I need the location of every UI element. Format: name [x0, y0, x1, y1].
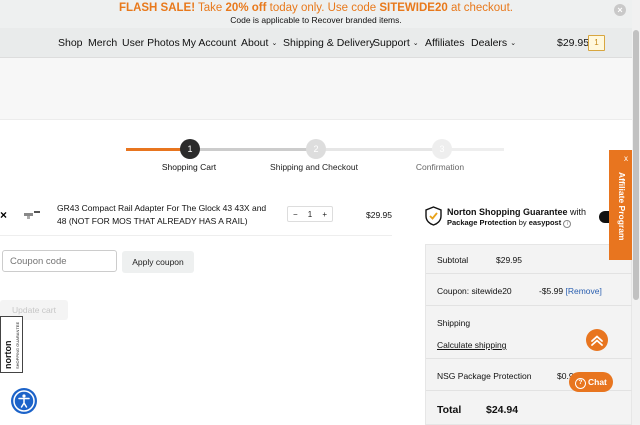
close-icon[interactable]: x [624, 154, 628, 163]
nsg-title: Norton Shopping Guarantee [447, 207, 568, 217]
affiliate-label: Affiliate Program [617, 172, 627, 241]
norton-logo: norton [3, 340, 13, 370]
step-2-circle: 2 [306, 139, 326, 159]
chevron-down-icon: ⌄ [412, 40, 419, 47]
sale-subline: Code is applicable to Recover branded it… [230, 15, 402, 25]
cart-total[interactable]: $29.95 [557, 37, 589, 49]
sale-text: Take [195, 2, 226, 14]
nav-user-photos[interactable]: User Photos [122, 37, 180, 49]
nav-shipping[interactable]: Shipping & Delivery [283, 37, 375, 49]
scrollbar[interactable] [632, 0, 640, 425]
sale-text-3: at checkout. [447, 2, 513, 14]
nsg-subline: Package Protection by easypost i [447, 218, 572, 228]
info-icon[interactable]: i [563, 220, 572, 228]
nav-my-account[interactable]: My Account [182, 37, 236, 49]
norton-shopping-guarantee: Norton Shopping Guarantee with Package P… [425, 204, 625, 232]
help-icon: ? [575, 378, 586, 389]
step-3-circle: 3 [432, 139, 452, 159]
step-3-label: Confirmation [415, 162, 465, 172]
divider [426, 273, 633, 274]
qty-minus-button[interactable]: − [293, 210, 298, 219]
nav-dealers[interactable]: Dealers ⌄ [471, 37, 516, 49]
divider [0, 235, 392, 236]
sale-code: SITEWIDE20 [379, 2, 448, 14]
product-name[interactable]: GR43 Compact Rail Adapter For The Glock … [57, 202, 267, 227]
remove-item-button[interactable]: × [0, 208, 7, 222]
coupon-value: -$5.99 [Remove] [539, 286, 602, 296]
step-1-label: Shopping Cart [161, 162, 217, 172]
chat-button[interactable]: ? Chat [569, 372, 613, 392]
sale-text-2: today only. Use code [266, 2, 380, 14]
chat-label: Chat [588, 377, 607, 387]
remove-coupon-link[interactable]: [Remove] [565, 286, 601, 296]
coupon-input[interactable] [2, 250, 117, 272]
nsg-fee-label: NSG Package Protection [437, 371, 532, 381]
divider [426, 358, 633, 359]
nav-about-label: About [241, 37, 269, 49]
chevron-down-icon: ⌄ [510, 40, 517, 47]
checkout-progress: 1 2 3 Shopping Cart Shipping and Checkou… [0, 138, 632, 178]
nsg-by: by [516, 218, 529, 227]
cart-count: 1 [594, 38, 599, 47]
qty-value[interactable]: 1 [308, 210, 312, 219]
progress-line [190, 148, 316, 151]
nav-shop[interactable]: Shop [58, 37, 83, 49]
apply-coupon-button[interactable]: Apply coupon [122, 251, 194, 273]
progress-line [316, 148, 442, 151]
norton-badge[interactable]: norton SHOPPING GUARANTEE [0, 316, 23, 373]
chevron-up-icon [591, 335, 603, 346]
step-2-label: Shipping and Checkout [270, 162, 358, 172]
calculate-shipping-link[interactable]: Calculate shipping [437, 340, 506, 350]
main-nav: Shop Merch User Photos My Account About ⌄… [0, 28, 632, 58]
coupon-amount: -$5.99 [539, 286, 564, 296]
subtotal-value: $29.95 [496, 255, 522, 265]
shield-icon [425, 206, 442, 226]
nav-affiliates[interactable]: Affiliates [425, 37, 465, 49]
flash-sale-banner: FLASH SALE! Take 20% off today only. Use… [0, 0, 632, 28]
divider [426, 305, 633, 306]
shipping-label: Shipping [437, 318, 471, 328]
affiliate-program-tab[interactable]: x Affiliate Program [609, 150, 632, 260]
flash-sale-line: FLASH SALE! Take 20% off today only. Use… [0, 0, 632, 15]
step-1-circle: 1 [180, 139, 200, 159]
scrollbar-thumb[interactable] [633, 30, 639, 300]
nsg-title-line: Norton Shopping Guarantee with [447, 207, 586, 217]
accessibility-button[interactable] [11, 388, 37, 414]
easypost-logo: easypost [528, 218, 562, 227]
total-label: Total [437, 404, 462, 416]
chevron-down-icon: ⌄ [271, 40, 278, 47]
sale-discount: 20% off [225, 2, 267, 14]
subtotal-label: Subtotal [437, 255, 469, 265]
back-to-top-button[interactable] [586, 329, 608, 351]
accessibility-icon [13, 390, 35, 412]
nsg-package-protection: Package Protection [447, 218, 517, 227]
norton-logo-sub: SHOPPING GUARANTEE [15, 321, 20, 369]
quantity-stepper[interactable]: − 1 + [287, 206, 333, 222]
close-icon[interactable]: × [614, 4, 626, 16]
qty-plus-button[interactable]: + [322, 210, 327, 219]
nav-dealers-label: Dealers [471, 37, 508, 49]
total-value: $24.94 [486, 404, 519, 416]
coupon-label: Coupon: sitewide20 [437, 286, 512, 296]
nav-merch[interactable]: Merch [88, 37, 117, 49]
nsg-with: with [567, 207, 587, 217]
nav-support-label: Support [373, 37, 410, 49]
sale-label: FLASH SALE! [119, 2, 196, 14]
cart-icon[interactable]: 1 [588, 35, 605, 51]
nav-support[interactable]: Support ⌄ [373, 37, 419, 49]
line-price: $29.95 [366, 210, 392, 220]
product-thumbnail[interactable] [22, 208, 42, 220]
nav-about[interactable]: About ⌄ [241, 37, 277, 49]
header-spacer [0, 58, 632, 120]
